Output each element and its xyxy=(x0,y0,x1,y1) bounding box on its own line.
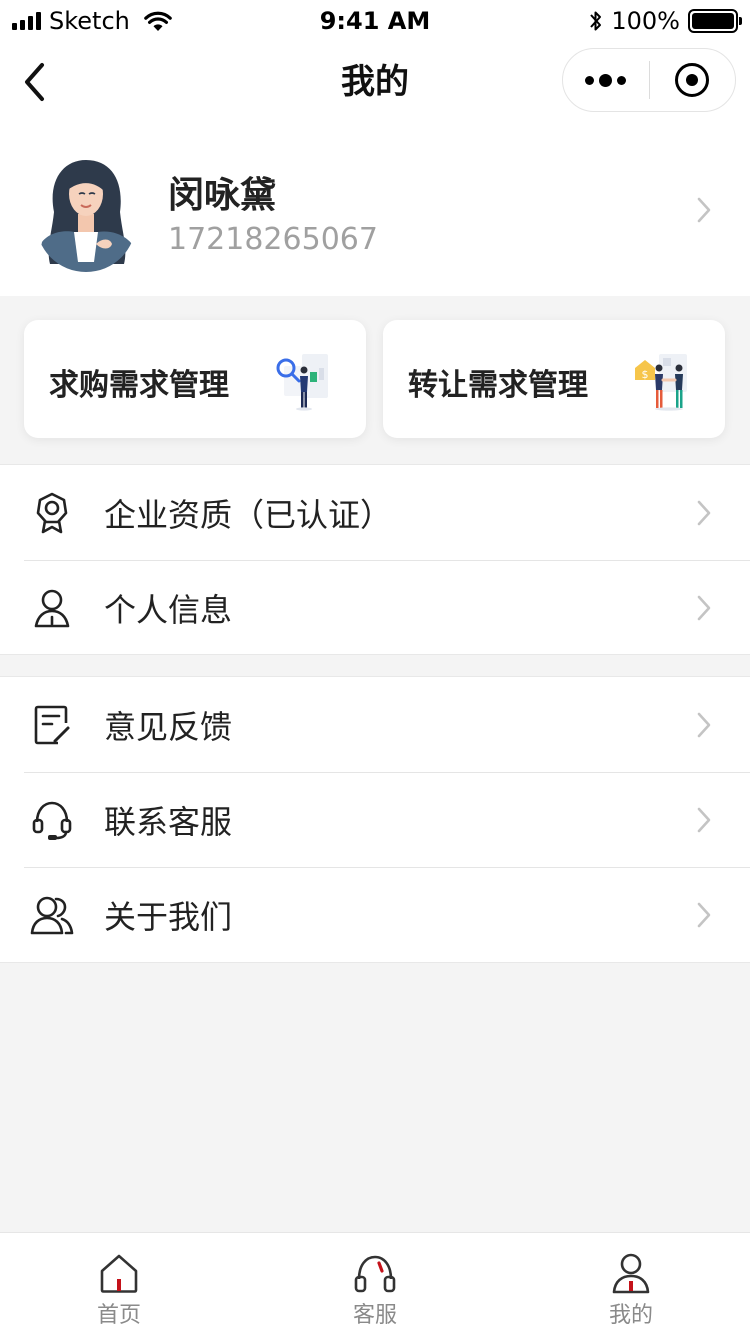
person-icon xyxy=(34,589,70,628)
tab-label: 首页 xyxy=(96,1303,141,1328)
search-purchase-illustration xyxy=(276,354,328,411)
transfer-demand-label: 转让需求管理 xyxy=(408,368,588,403)
tab-label: 客服 xyxy=(352,1303,397,1328)
user-icon xyxy=(612,1253,650,1294)
close-button[interactable] xyxy=(650,48,736,112)
chevron-right-icon xyxy=(697,595,711,621)
avatar xyxy=(36,160,136,272)
certificate-icon xyxy=(36,492,68,534)
user-phone: 17218265067 xyxy=(168,222,378,257)
menu-label: 企业资质（已认证） xyxy=(104,495,393,534)
chevron-right-icon xyxy=(697,500,711,526)
tab-label: 我的 xyxy=(608,1303,653,1328)
menu-item-contact-service[interactable]: 联系客服 xyxy=(0,772,750,867)
headset-icon xyxy=(32,801,72,840)
battery-icon xyxy=(688,9,742,33)
transfer-deal-illustration: $ xyxy=(635,354,687,411)
users-icon xyxy=(30,896,74,935)
purchase-demand-card[interactable]: 求购需求管理 xyxy=(24,320,366,438)
quick-actions: 求购需求管理 转让需求管理 $ xyxy=(0,296,750,464)
chevron-right-icon xyxy=(697,197,711,223)
menu-label: 意见反馈 xyxy=(104,707,233,746)
purchase-demand-label: 求购需求管理 xyxy=(49,368,229,403)
menu-label: 个人信息 xyxy=(104,590,233,629)
mini-program-capsule xyxy=(562,48,736,112)
menu-item-about-us[interactable]: 关于我们 xyxy=(0,867,750,962)
menu-item-enterprise-qualification[interactable]: 企业资质（已认证） xyxy=(0,465,750,560)
status-right: 100% xyxy=(589,6,742,36)
menu-group-support: 意见反馈 联系客服 关于我们 xyxy=(0,676,750,963)
chevron-right-icon xyxy=(697,712,711,738)
close-icon xyxy=(675,63,710,97)
profile-card[interactable]: 闵咏黛 17218265067 xyxy=(0,122,750,296)
tab-home[interactable]: 首页 xyxy=(0,1233,244,1334)
menu-item-feedback[interactable]: 意见反馈 xyxy=(0,677,750,772)
status-bar: Sketch 9:41 AM 100% xyxy=(0,0,750,42)
tab-bar: 首页 客服 我的 xyxy=(0,1232,750,1334)
home-icon xyxy=(100,1254,138,1293)
tab-service[interactable]: 客服 xyxy=(250,1233,500,1334)
menu-label: 关于我们 xyxy=(104,897,233,936)
bluetooth-icon xyxy=(590,11,602,31)
feedback-icon xyxy=(34,705,70,745)
menu-item-personal-info[interactable]: 个人信息 xyxy=(0,560,750,655)
tab-mine[interactable]: 我的 xyxy=(506,1233,750,1334)
svg-text:$: $ xyxy=(642,368,649,381)
headset-icon xyxy=(354,1255,396,1293)
menu-label: 联系客服 xyxy=(104,802,233,841)
user-name: 闵咏黛 xyxy=(168,175,277,216)
battery-percent: 100% xyxy=(611,7,680,35)
chevron-right-icon xyxy=(697,902,711,928)
nav-bar: 我的 xyxy=(0,42,750,122)
menu-group-account: 企业资质（已认证） 个人信息 xyxy=(0,464,750,655)
transfer-demand-card[interactable]: 转让需求管理 $ xyxy=(383,320,725,438)
chevron-right-icon xyxy=(697,807,711,833)
more-button[interactable] xyxy=(563,48,649,112)
